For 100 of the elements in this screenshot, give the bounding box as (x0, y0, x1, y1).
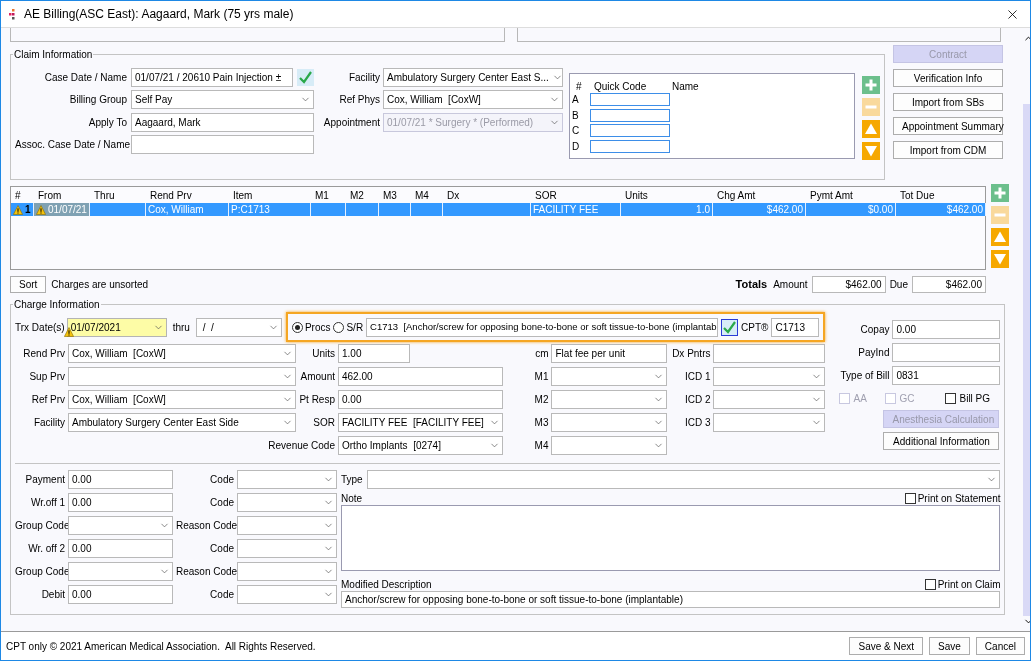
button[interactable]: Import from CDM (893, 141, 1003, 159)
radio-button[interactable]: S/R (333, 319, 364, 335)
button[interactable]: Cancel (975, 637, 1025, 655)
input-field[interactable]: 0.00 (68, 493, 173, 512)
table-cell-text: FACILITY FEE (533, 203, 599, 217)
field-label: Revenue Code (267, 439, 335, 453)
input-field[interactable]: C1713 (771, 317, 820, 337)
table-cell-text: 1 (25, 203, 32, 217)
table-cell-text: P:C1713 (231, 203, 270, 217)
row-label: B (572, 108, 580, 123)
field-label: Wr.off 1 (29, 496, 65, 510)
totals-heading: Totals (735, 276, 768, 292)
plus-icon[interactable] (991, 184, 1009, 202)
field-label: Code (209, 496, 234, 510)
dropdown[interactable]: 01/07/2021 (66, 317, 167, 337)
dropdown[interactable]: Cox, William [CoxW] (68, 344, 296, 363)
dropdown[interactable] (551, 436, 668, 455)
input-field[interactable]: 0.00 (68, 539, 173, 558)
dropdown[interactable] (237, 516, 337, 535)
field-label: Wr. off 2 (27, 542, 65, 556)
dropdown[interactable]: Cox, William [CoxW] (383, 90, 563, 110)
field-label: Due (889, 277, 908, 292)
dropdown[interactable]: Ortho Implants [0274] (338, 436, 503, 455)
input-field[interactable]: 0.00 (68, 470, 173, 489)
dropdown[interactable] (551, 413, 668, 432)
input-field[interactable] (590, 93, 670, 107)
dropdown[interactable]: Cox, William [CoxW] (68, 390, 296, 409)
field-label: Apply To (87, 115, 127, 130)
dropdown[interactable] (68, 562, 173, 581)
dropdown[interactable]: Self Pay (131, 90, 314, 110)
field-label: Trx Date(s) (15, 320, 65, 335)
column-header: Name (672, 79, 699, 94)
column-header: Thru (93, 188, 116, 203)
input-field[interactable] (892, 343, 1001, 362)
dropdown[interactable] (237, 493, 337, 512)
checkbox[interactable] (945, 393, 957, 404)
button[interactable]: Appointment Summary (893, 117, 1003, 135)
amount-field: $462.00 (912, 275, 986, 293)
copyright-notice: CPT only © 2021 American Medical Association. All Rights Reserved. (6, 639, 317, 654)
radio-button[interactable]: Procs (291, 319, 331, 335)
input-field[interactable]: Flat fee per unit (551, 344, 668, 363)
field-label: M2 (533, 393, 549, 407)
dropdown[interactable] (237, 539, 337, 558)
input-field[interactable] (590, 139, 670, 153)
dropdown[interactable] (68, 367, 296, 386)
dropdown[interactable] (237, 562, 337, 581)
input-field[interactable]: 01/07/21 / 20610 Pain Injection ± (131, 67, 293, 87)
plus-icon[interactable] (862, 76, 880, 94)
input-field[interactable]: 0.00 (338, 390, 503, 409)
button[interactable]: Verification Info (893, 69, 1003, 87)
dropdown[interactable]: Ambulatory Surgery Center East Side (68, 413, 296, 432)
input-field[interactable]: 462.00 (338, 367, 503, 386)
input-field[interactable]: Aagaard, Mark (131, 112, 314, 132)
input-field[interactable]: 1.00 (338, 344, 410, 363)
warning-icon (36, 204, 46, 215)
column-header: From (37, 188, 63, 203)
input-field[interactable]: Anchor/screw for opposing bone-to-bone or soft tissue-to-bone (implantable) (341, 591, 1001, 608)
dropdown[interactable]: Ambulatory Surgery Center East S... (383, 67, 563, 87)
input-field[interactable] (590, 124, 670, 138)
checkbox[interactable] (924, 578, 936, 590)
checkbox[interactable] (904, 492, 916, 504)
dropdown[interactable]: FACILITY FEE [FACILITY FEE] (338, 413, 503, 432)
dropdown[interactable] (551, 367, 668, 386)
field-label: Amount (299, 370, 335, 384)
dropdown[interactable] (713, 413, 826, 432)
field-label: Rend Prv (22, 347, 65, 361)
input-field[interactable]: 0.00 (68, 585, 173, 604)
field-label: ICD 3 (683, 416, 711, 430)
column-header: Quick Code (593, 79, 648, 94)
button[interactable]: Save (929, 637, 970, 655)
checkmark-icon[interactable] (721, 318, 739, 336)
sort-button[interactable]: Sort (10, 275, 47, 293)
button[interactable]: Save & Next (849, 637, 924, 655)
group-title: Charge Information (13, 298, 101, 312)
dropdown[interactable]: C1713 [Anchor/screw for opposing bone-to-bone or soft tissue-to-bone (implantab (366, 317, 719, 337)
input-field[interactable] (713, 344, 826, 363)
field-label: M3 (533, 416, 549, 430)
dropdown[interactable] (68, 516, 173, 535)
field-label: Code (209, 473, 234, 487)
field-label: Amount (773, 277, 808, 292)
dropdown[interactable] (551, 390, 668, 409)
table-row[interactable]: 1 01/07/21 Cox, William P:C1713 FACILITY FEE 1.0 $462.00 $0.00 $462.00 (11, 203, 985, 216)
input-field[interactable] (131, 135, 314, 155)
input-field[interactable] (590, 108, 670, 122)
dropdown[interactable] (713, 367, 826, 386)
dropdown[interactable] (237, 585, 337, 604)
table-cell-text: 1.0 (696, 203, 710, 217)
field-label: Pt Resp (299, 393, 335, 407)
button[interactable]: Import from SBs (893, 93, 1003, 111)
column-header: Chg Amt (716, 188, 757, 203)
dropdown[interactable] (237, 470, 337, 489)
dropdown[interactable] (713, 390, 826, 409)
table-cell-text: 01/07/21 (48, 203, 87, 217)
field-label: Code (209, 542, 234, 556)
input-field[interactable]: 0.00 (892, 320, 1001, 339)
table-cell-text: $0.00 (867, 203, 893, 217)
column-header: M4 (414, 188, 430, 203)
dropdown[interactable]: / / (195, 317, 282, 337)
button[interactable]: Additional Information (883, 432, 1000, 450)
input-field[interactable]: 0831 (892, 366, 1001, 385)
